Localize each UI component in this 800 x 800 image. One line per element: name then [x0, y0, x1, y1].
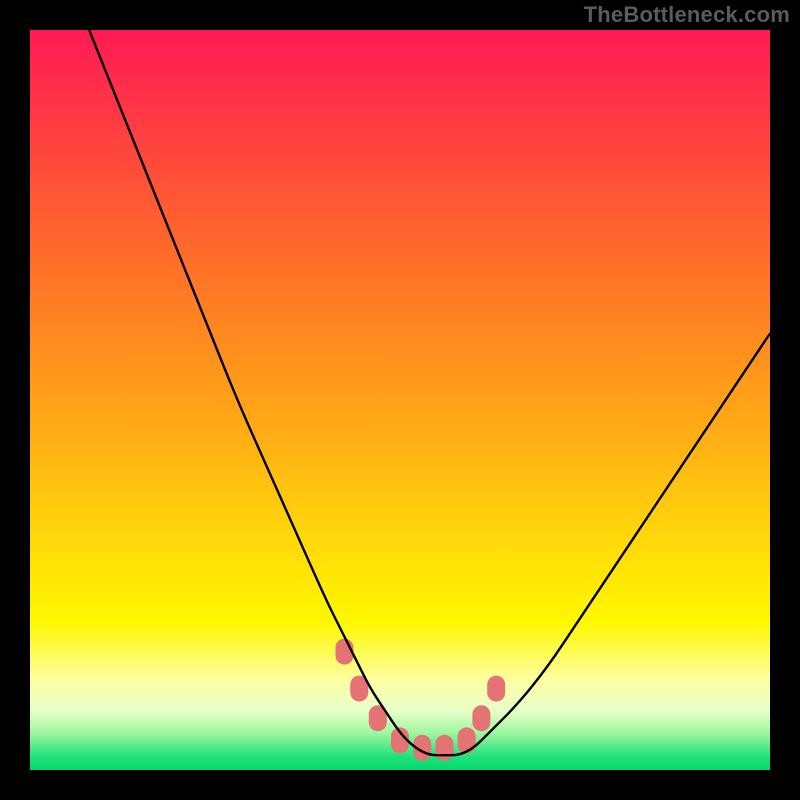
- bottleneck-curve: [89, 30, 770, 755]
- chart-frame: TheBottleneck.com: [0, 0, 800, 800]
- curve-marker: [487, 676, 505, 702]
- curve-marker: [458, 727, 476, 753]
- watermark-text: TheBottleneck.com: [584, 2, 790, 28]
- chart-svg: [30, 30, 770, 770]
- curve-marker: [472, 705, 490, 731]
- plot-area: [30, 30, 770, 770]
- curve-marker: [435, 735, 453, 761]
